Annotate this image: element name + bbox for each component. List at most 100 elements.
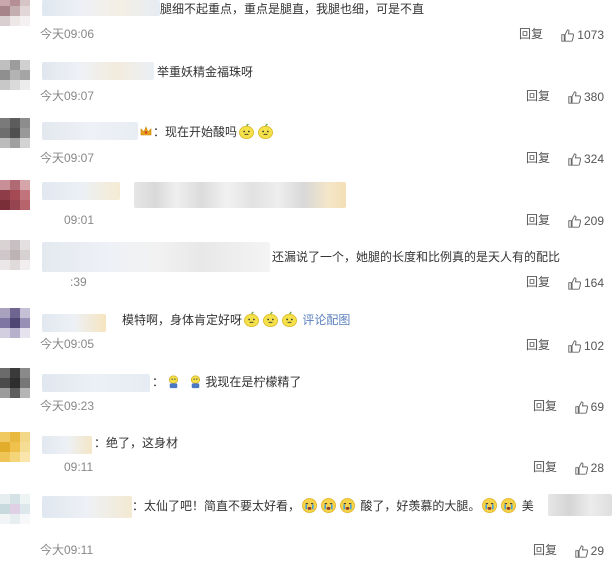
comment-list: 腿细不起重点，重点是腿直，我腿也细，可是不直 今天09:06 回复 1073 举… bbox=[0, 0, 612, 561]
username-mask bbox=[42, 436, 92, 454]
comment-time: 今天09:23 bbox=[40, 399, 95, 413]
comment-text: ：现在开始酸吗 bbox=[153, 123, 275, 141]
thumbs-up-icon bbox=[568, 90, 581, 104]
crying-face-emoji bbox=[501, 498, 517, 513]
like-count: 324 bbox=[583, 152, 604, 166]
comment-time: 今大09:11 bbox=[40, 543, 94, 557]
comment-text: ： 我现在是柠檬精了 bbox=[152, 373, 301, 391]
comment-text-body: ：太仙了吧！简直不要太好看， bbox=[132, 499, 301, 513]
crying-face-emoji bbox=[482, 498, 498, 513]
thumbs-up-icon bbox=[568, 214, 581, 228]
lemon-face-emoji bbox=[258, 123, 273, 139]
comment-time: 今大09:05 bbox=[40, 337, 95, 351]
reply-button[interactable]: 回复 bbox=[526, 337, 550, 353]
comment-item: 还漏说了一个，她腿的长度和比例真的是天人有的配比 :39 回复 164 bbox=[0, 240, 612, 298]
comment-text: 模特啊，身体肯定好呀 评论配图 bbox=[122, 311, 350, 329]
username-mask bbox=[42, 182, 120, 200]
username-mask bbox=[42, 242, 270, 272]
comment-image-mask bbox=[134, 182, 346, 208]
thumbs-up-icon bbox=[574, 400, 588, 414]
comment-text-body-3: 美 bbox=[521, 499, 534, 513]
reply-button[interactable]: 回复 bbox=[526, 212, 550, 228]
like-button[interactable]: 69 bbox=[574, 399, 604, 415]
comment-text: 腿细不起重点，重点是腿直，我腿也细，可是不直 bbox=[160, 2, 425, 16]
like-button[interactable]: 28 bbox=[574, 460, 604, 476]
comment-time: 今大09:07 bbox=[40, 89, 95, 103]
comment-text-prefix: ： bbox=[152, 375, 165, 389]
lemon-figure-emoji bbox=[168, 375, 179, 389]
comment-text-body-2: 酸了，好羡慕的大腿。 bbox=[360, 499, 481, 513]
avatar[interactable] bbox=[0, 494, 30, 524]
lemon-face-emoji bbox=[239, 123, 254, 139]
comment-time: 今天09:07 bbox=[40, 151, 95, 165]
avatar[interactable] bbox=[0, 180, 30, 210]
crying-face-emoji bbox=[302, 498, 317, 513]
avatar[interactable] bbox=[0, 432, 30, 462]
thumbs-up-icon bbox=[574, 461, 588, 475]
username-mask bbox=[42, 314, 106, 332]
lemon-face-emoji bbox=[263, 311, 278, 327]
avatar[interactable] bbox=[0, 60, 30, 90]
comment-item: 模特啊，身体肯定好呀 评论配图 今大09:05 回复 102 bbox=[0, 304, 612, 360]
username-mask bbox=[42, 122, 138, 140]
reply-button[interactable]: 回复 bbox=[526, 274, 550, 290]
comment-text-body: ：现在开始酸吗 bbox=[153, 125, 238, 139]
like-button[interactable]: 102 bbox=[568, 338, 604, 354]
like-button[interactable]: 380 bbox=[568, 89, 604, 105]
avatar[interactable] bbox=[0, 308, 30, 338]
comment-image-link[interactable]: 评论配图 bbox=[302, 313, 350, 327]
reply-button[interactable]: 回复 bbox=[526, 150, 550, 166]
lemon-face-emoji bbox=[244, 311, 259, 327]
comment-text: 举重妖精金福珠呀 bbox=[157, 65, 254, 79]
username-mask bbox=[42, 374, 150, 392]
avatar[interactable] bbox=[0, 118, 30, 148]
like-button[interactable]: 209 bbox=[568, 213, 604, 229]
username-mask bbox=[42, 496, 132, 518]
comment-item: 举重妖精金福珠呀 今大09:07 回复 380 bbox=[0, 56, 612, 112]
thumbs-up-icon bbox=[574, 544, 588, 558]
comment-time: 今天09:06 bbox=[40, 27, 95, 41]
avatar[interactable] bbox=[0, 0, 30, 26]
crying-face-emoji bbox=[340, 498, 355, 513]
like-count: 69 bbox=[590, 400, 604, 414]
comment-text: ：太仙了吧！简直不要太好看， 酸了，好羡慕的大腿。 美 bbox=[132, 497, 534, 515]
comment-text-body: 我现在是柠檬精了 bbox=[205, 375, 302, 389]
like-count: 102 bbox=[583, 339, 604, 353]
comment-text: ：绝了，这身材 bbox=[94, 436, 179, 450]
like-button[interactable]: 324 bbox=[568, 151, 604, 167]
comment-item: ：太仙了吧！简直不要太好看， 酸了，好羡慕的大腿。 美 今大09:11 回复 2… bbox=[0, 490, 612, 561]
lemon-figure-emoji bbox=[191, 375, 201, 389]
like-button[interactable]: 164 bbox=[568, 275, 604, 291]
reply-button[interactable]: 回复 bbox=[533, 542, 557, 558]
text-overflow-mask bbox=[548, 494, 612, 516]
comment-time: 09:01 bbox=[64, 213, 95, 227]
reply-button[interactable]: 回复 bbox=[533, 459, 557, 475]
like-button[interactable]: 29 bbox=[574, 543, 604, 559]
like-count: 164 bbox=[583, 276, 604, 290]
lemon-face-emoji bbox=[282, 311, 297, 327]
crying-face-emoji bbox=[321, 498, 336, 513]
thumbs-up-icon bbox=[561, 28, 575, 42]
comment-text-body: 模特啊，身体肯定好呀 bbox=[122, 313, 243, 327]
like-count: 1073 bbox=[577, 28, 604, 42]
like-count: 380 bbox=[583, 90, 604, 104]
thumbs-up-icon bbox=[568, 339, 581, 353]
reply-button[interactable]: 回复 bbox=[519, 26, 543, 42]
like-button[interactable]: 1073 bbox=[561, 27, 604, 43]
thumbs-up-icon bbox=[568, 276, 581, 290]
comment-item: ： 我现在是柠檬精了 今天09:23 回复 69 bbox=[0, 366, 612, 422]
comment-time: 09:11 bbox=[64, 460, 94, 474]
comment-time: :39 bbox=[70, 275, 87, 289]
like-count: 28 bbox=[590, 461, 604, 475]
like-count: 209 bbox=[583, 214, 604, 228]
avatar[interactable] bbox=[0, 368, 30, 398]
comment-text: 还漏说了一个，她腿的长度和比例真的是天人有的配比 bbox=[272, 250, 561, 264]
comment-item: 腿细不起重点，重点是腿直，我腿也细，可是不直 今天09:06 回复 1073 bbox=[0, 0, 612, 52]
username-mask bbox=[42, 62, 154, 80]
reply-button[interactable]: 回复 bbox=[526, 88, 550, 104]
comment-item: 09:01 回复 209 bbox=[0, 180, 612, 236]
reply-button[interactable]: 回复 bbox=[533, 398, 557, 414]
avatar[interactable] bbox=[0, 240, 30, 270]
comment-item: ：绝了，这身材 09:11 回复 28 bbox=[0, 428, 612, 484]
comment-item: ：现在开始酸吗 今天09:07 回复 324 bbox=[0, 118, 612, 174]
